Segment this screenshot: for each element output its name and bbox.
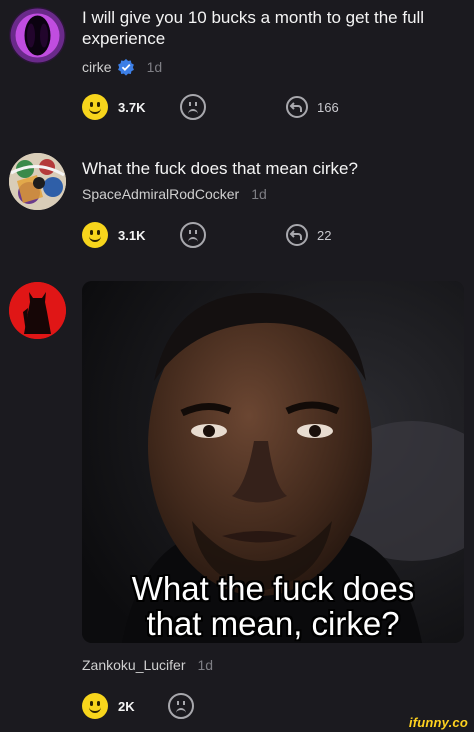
time-ago: 1d (146, 59, 163, 75)
unsmile-button[interactable] (180, 220, 206, 250)
unsmile-button[interactable] (180, 92, 206, 122)
smile-icon (82, 94, 108, 120)
comment-meta: Zankoku_Lucifer 1d (82, 657, 213, 673)
collage-avatar-icon (9, 153, 66, 210)
avatar-spaceadmiral[interactable] (9, 153, 66, 210)
verified-icon (117, 58, 134, 76)
frown-icon (180, 94, 206, 120)
meme-image[interactable]: What the fuck does that mean, cirke? (82, 281, 464, 643)
knight-silhouette-icon (9, 282, 66, 339)
avatar-cirke[interactable] (9, 7, 66, 64)
frown-icon (180, 222, 206, 248)
time-ago: 1d (251, 186, 267, 202)
reply-count: 166 (317, 99, 339, 115)
author-name[interactable]: SpaceAdmiralRodCocker (82, 186, 239, 202)
meme-caption-line1: What the fuck does (131, 570, 415, 607)
time-ago: 1d (197, 657, 214, 673)
portal-icon (10, 8, 65, 63)
reply-button[interactable]: 22 (285, 220, 331, 250)
comment-meta: SpaceAdmiralRodCocker 1d (82, 186, 267, 202)
smile-count: 3.7K (118, 99, 146, 115)
reply-icon (286, 96, 308, 118)
smile-icon (82, 222, 108, 248)
smile-count: 3.1K (118, 227, 146, 243)
meme-caption-line2: that mean, cirke? (146, 605, 400, 642)
reply-icon (286, 224, 308, 246)
smile-count: 2K (118, 698, 135, 714)
unsmile-button[interactable] (168, 691, 194, 721)
reply-button[interactable]: 166 (285, 92, 339, 122)
author-name[interactable]: Zankoku_Lucifer (82, 657, 186, 673)
comment-text: I will give you 10 bucks a month to get … (82, 8, 425, 48)
author-name[interactable]: cirke (82, 59, 112, 75)
smile-button[interactable]: 3.1K (82, 220, 145, 250)
avatar-zankoku[interactable] (9, 282, 66, 339)
ifunny-watermark: ifunny.co (408, 715, 468, 730)
comment-text: What the fuck does that mean cirke? (82, 159, 358, 178)
smile-icon (82, 693, 108, 719)
smile-button[interactable]: 3.7K (82, 92, 145, 122)
comment-meta: cirke 1d (82, 58, 162, 76)
reply-count: 22 (317, 227, 332, 243)
smile-button[interactable]: 2K (82, 691, 135, 721)
frown-icon (168, 693, 194, 719)
